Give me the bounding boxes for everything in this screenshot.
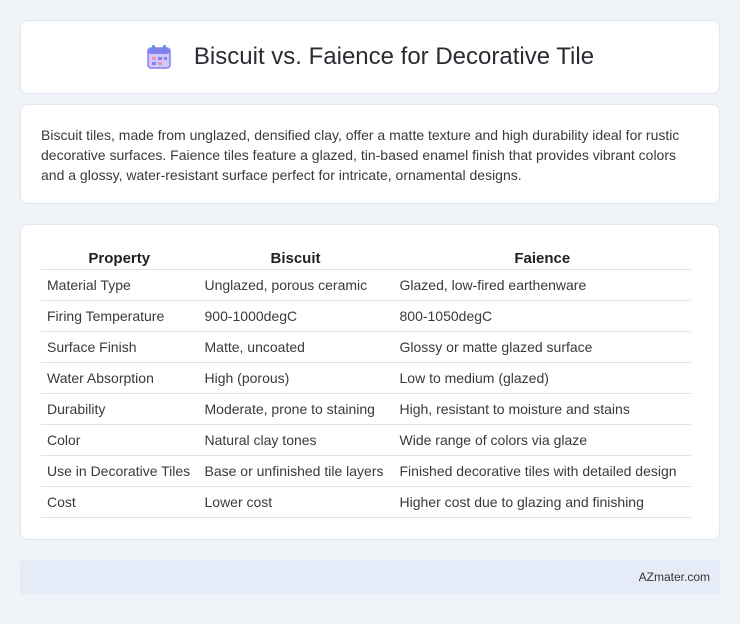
- comparison-table-card: Property Biscuit Faience Material Type U…: [20, 224, 720, 540]
- table-cell: Natural clay tones: [197, 424, 393, 456]
- table-row: Material Type Unglazed, porous ceramic G…: [41, 269, 691, 301]
- table-header-row: Property Biscuit Faience: [41, 245, 691, 270]
- page-title: Biscuit vs. Faience for Decorative Tile: [193, 43, 595, 70]
- table-row: Use in Decorative Tiles Base or unfinish…: [41, 455, 691, 487]
- table-cell: Lower cost: [197, 486, 393, 518]
- header-biscuit: Biscuit: [197, 245, 393, 270]
- table-row: Color Natural clay tones Wide range of c…: [41, 424, 691, 456]
- table-cell: Water Absorption: [41, 362, 198, 394]
- description-text: Biscuit tiles, made from unglazed, densi…: [41, 127, 680, 183]
- comparison-table: Property Biscuit Faience Material Type U…: [41, 245, 691, 518]
- title-card: Biscuit vs. Faience for Decorative Tile: [20, 20, 720, 94]
- table-cell: High, resistant to moisture and stains: [392, 393, 691, 425]
- table-cell: Low to medium (glazed): [392, 362, 691, 394]
- table-cell: Use in Decorative Tiles: [41, 455, 198, 487]
- table-cell: Material Type: [41, 269, 198, 301]
- table-cell: 800-1050degC: [392, 300, 691, 332]
- table-cell: Color: [41, 424, 198, 456]
- table-cell: Wide range of colors via glaze: [392, 424, 691, 456]
- table-cell: Base or unfinished tile layers: [197, 455, 393, 487]
- table-cell: Unglazed, porous ceramic: [197, 269, 393, 301]
- footer: AZmater.com: [20, 560, 720, 594]
- table-cell: Matte, uncoated: [197, 331, 393, 363]
- header-property: Property: [41, 245, 198, 270]
- table-row: Cost Lower cost Higher cost due to glazi…: [41, 486, 691, 518]
- description-card: Biscuit tiles, made from unglazed, densi…: [20, 104, 720, 204]
- table-cell: Glossy or matte glazed surface: [392, 331, 691, 363]
- table-cell: Higher cost due to glazing and finishing: [392, 486, 691, 518]
- table-row: Firing Temperature 900-1000degC 800-1050…: [41, 300, 691, 332]
- footer-brand[interactable]: AZmater.com: [639, 570, 710, 584]
- table-cell: Glazed, low-fired earthenware: [392, 269, 691, 301]
- table-cell: Firing Temperature: [41, 300, 198, 332]
- table-cell: High (porous): [197, 362, 393, 394]
- table-row: Surface Finish Matte, uncoated Glossy or…: [41, 331, 691, 363]
- header-faience: Faience: [392, 245, 691, 270]
- table-cell: 900-1000degC: [197, 300, 393, 332]
- table-cell: Cost: [41, 486, 198, 518]
- table-row: Durability Moderate, prone to staining H…: [41, 393, 691, 425]
- calendar-icon: [146, 44, 172, 70]
- table-cell: Durability: [41, 393, 198, 425]
- table-cell: Surface Finish: [41, 331, 198, 363]
- table-cell: Moderate, prone to staining: [197, 393, 393, 425]
- table-row: Water Absorption High (porous) Low to me…: [41, 362, 691, 394]
- table-cell: Finished decorative tiles with detailed …: [392, 455, 691, 487]
